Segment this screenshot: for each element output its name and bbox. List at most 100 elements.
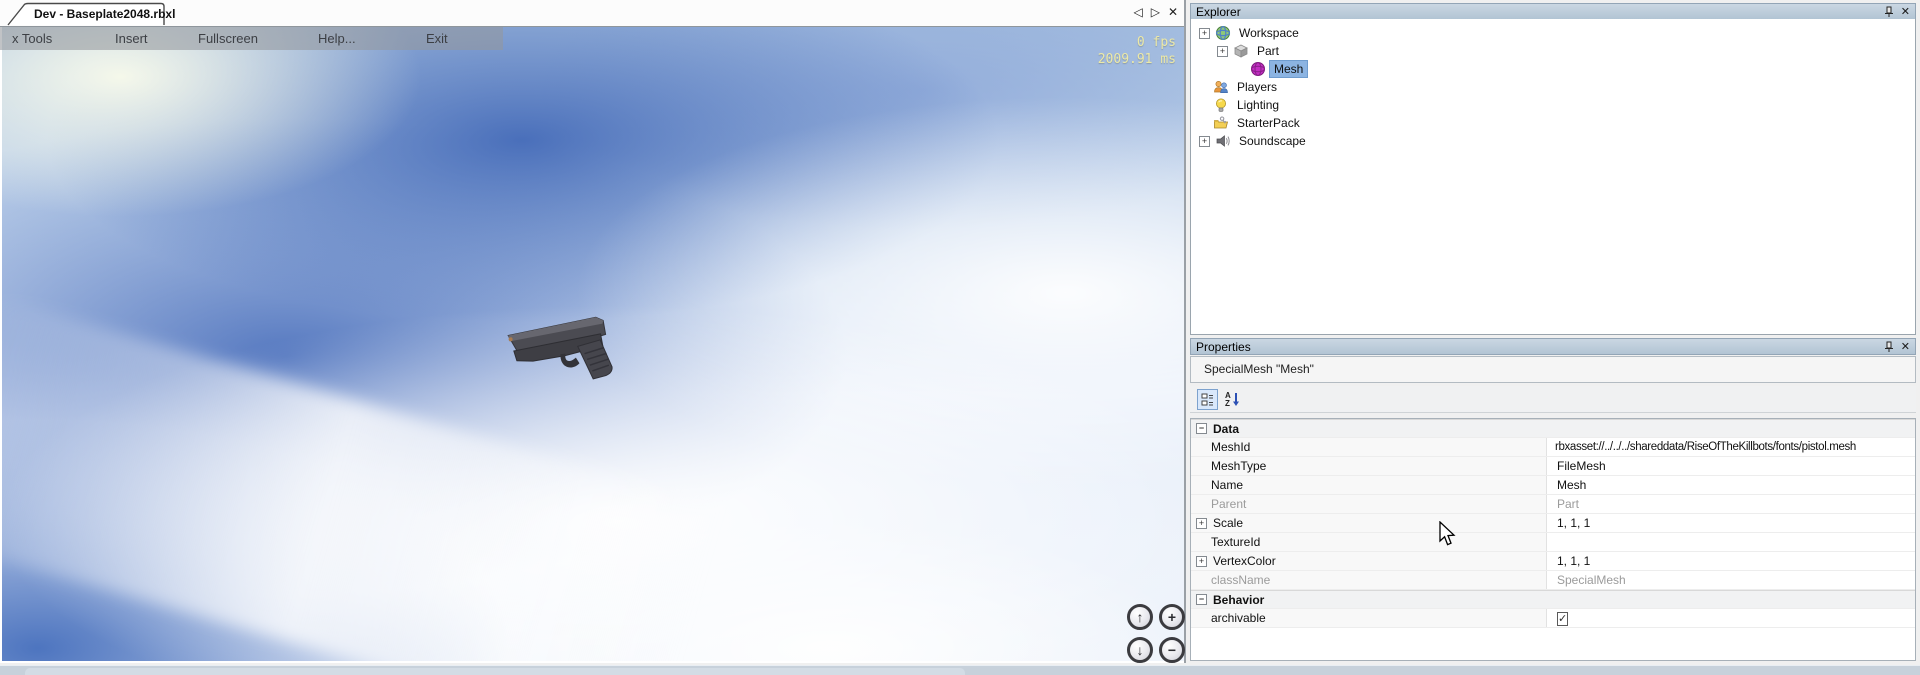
explorer-panel[interactable]: + Workspace + Part Mesh Players — [1190, 19, 1916, 335]
menu-item-insert[interactable]: Insert — [115, 31, 148, 46]
zoom-in-button[interactable]: + — [1159, 604, 1185, 630]
tree-label: StarterPack — [1233, 115, 1304, 131]
menu-bar: x Tools Insert Fullscreen Help... Exit — [0, 27, 503, 50]
property-row-scale[interactable]: + Scale 1, 1, 1 — [1191, 514, 1915, 533]
property-grid: − Data MeshId rbxasset://../../../shared… — [1190, 418, 1916, 661]
categorized-view-button[interactable] — [1197, 389, 1218, 410]
globe-icon — [1215, 25, 1231, 41]
zoom-out-button[interactable]: − — [1159, 637, 1185, 663]
property-value: Part — [1547, 497, 1915, 511]
fps-value: 0 fps — [1098, 34, 1176, 51]
collapse-icon[interactable]: − — [1196, 594, 1207, 605]
players-icon — [1213, 79, 1229, 95]
roblox-studio-window: x Tools Insert Fullscreen Help... Exit 0… — [0, 0, 1920, 675]
property-row-name[interactable]: Name Mesh — [1191, 476, 1915, 495]
tilt-up-button[interactable]: ↑ — [1127, 604, 1153, 630]
frame-time-value: 2009.91 ms — [1098, 51, 1176, 68]
tab-close-icon[interactable]: ✕ — [1168, 4, 1178, 20]
property-value[interactable]: Mesh — [1547, 478, 1915, 492]
property-name: Name — [1211, 478, 1243, 492]
menu-item-fullscreen[interactable]: Fullscreen — [198, 31, 258, 46]
tilt-down-button[interactable]: ↓ — [1127, 637, 1153, 663]
expander-spacer — [1199, 101, 1208, 110]
property-value[interactable]: rbxasset://../../../shareddata/RiseOfThe… — [1547, 441, 1915, 453]
expand-icon[interactable]: + — [1217, 46, 1228, 57]
property-row-parent: Parent Part — [1191, 495, 1915, 514]
categorized-icon — [1201, 393, 1214, 406]
property-value[interactable]: 1, 1, 1 — [1547, 516, 1915, 530]
property-name: MeshId — [1211, 440, 1250, 454]
tree-label: Part — [1253, 43, 1283, 59]
property-name: MeshType — [1211, 459, 1266, 473]
selected-object-header[interactable]: SpecialMesh "Mesh" — [1190, 356, 1916, 383]
expander-spacer — [1199, 83, 1208, 92]
property-row-vertexcolor[interactable]: +VertexColor 1, 1, 1 — [1191, 552, 1915, 571]
expander-spacer — [1199, 119, 1208, 128]
pistol-mesh[interactable] — [502, 312, 622, 388]
tab-strip: Dev - Baseplate2048.rbxl ◁ ▷ ✕ — [0, 0, 1184, 27]
expand-icon[interactable]: + — [1196, 518, 1207, 529]
arrow-down-icon: ↓ — [1137, 642, 1144, 658]
property-row-textureid[interactable]: TextureId — [1191, 533, 1915, 552]
starterpack-icon — [1213, 115, 1229, 131]
collapse-icon[interactable]: − — [1196, 423, 1207, 434]
tree-label: Lighting — [1233, 97, 1283, 113]
tree-item-lighting[interactable]: Lighting — [1191, 96, 1915, 114]
property-row-meshid[interactable]: MeshId rbxasset://../../../shareddata/Ri… — [1191, 438, 1915, 457]
section-row-behavior[interactable]: − Behavior — [1191, 590, 1915, 609]
tree-item-part[interactable]: + Part — [1191, 42, 1915, 60]
svg-text:Z: Z — [1225, 399, 1230, 408]
taskbar-inner — [25, 668, 965, 675]
tree-item-starterpack[interactable]: StarterPack — [1191, 114, 1915, 132]
tree-item-players[interactable]: Players — [1191, 78, 1915, 96]
arrow-up-icon: ↑ — [1137, 609, 1144, 625]
az-sort-icon: AZ — [1225, 391, 1243, 408]
taskbar-strip — [0, 665, 1920, 675]
property-value[interactable]: 1, 1, 1 — [1547, 554, 1915, 568]
mouse-cursor — [1438, 521, 1457, 548]
document-tab[interactable]: Dev - Baseplate2048.rbxl — [6, 2, 166, 26]
mesh-icon — [1250, 61, 1266, 77]
plus-icon: + — [1168, 609, 1176, 625]
explorer-title: Explorer — [1196, 5, 1884, 19]
property-value: SpecialMesh — [1547, 573, 1915, 587]
property-name: className — [1211, 573, 1270, 587]
property-value[interactable]: FileMesh — [1547, 459, 1915, 473]
tree-label: Soundscape — [1235, 133, 1310, 149]
expand-icon[interactable]: + — [1196, 556, 1207, 567]
viewport-pane: x Tools Insert Fullscreen Help... Exit 0… — [0, 0, 1186, 663]
section-name: Behavior — [1213, 593, 1264, 607]
property-name: Parent — [1211, 497, 1246, 511]
section-row-data[interactable]: − Data — [1191, 419, 1915, 438]
menu-item-exit[interactable]: Exit — [426, 31, 448, 46]
3d-viewport[interactable] — [2, 26, 1184, 661]
properties-toolbar: AZ — [1190, 386, 1916, 413]
alphabetical-sort-button[interactable]: AZ — [1225, 390, 1243, 409]
pin-icon[interactable] — [1884, 6, 1894, 18]
lighting-icon — [1213, 97, 1229, 113]
minus-icon: − — [1168, 642, 1176, 658]
archivable-checkbox[interactable]: ✓ — [1557, 612, 1568, 626]
section-name: Data — [1213, 422, 1239, 436]
tab-title: Dev - Baseplate2048.rbxl — [34, 7, 175, 21]
explorer-close-icon[interactable]: ✕ — [1901, 5, 1910, 18]
tab-next-icon[interactable]: ▷ — [1151, 4, 1160, 20]
tree-item-soundscape[interactable]: + Soundscape — [1191, 132, 1915, 150]
property-name: archivable — [1211, 611, 1266, 625]
tree-item-workspace[interactable]: + Workspace — [1191, 24, 1915, 42]
explorer-header[interactable]: Explorer ✕ — [1190, 3, 1916, 20]
tab-prev-icon[interactable]: ◁ — [1133, 4, 1142, 20]
menu-item-tools[interactable]: x Tools — [12, 31, 52, 46]
expand-icon[interactable]: + — [1199, 28, 1210, 39]
menu-item-help[interactable]: Help... — [318, 31, 356, 46]
property-name: Scale — [1213, 516, 1243, 530]
right-dock: Explorer ✕ + Workspace + Part — [1188, 0, 1920, 665]
property-row-archivable[interactable]: archivable ✓ — [1191, 609, 1915, 628]
soundscape-icon — [1215, 133, 1231, 149]
expand-icon[interactable]: + — [1199, 136, 1210, 147]
tree-item-mesh[interactable]: Mesh — [1191, 60, 1915, 78]
properties-panel: SpecialMesh "Mesh" AZ − Data MeshId rbxa… — [1188, 336, 1920, 665]
part-icon — [1233, 43, 1249, 59]
property-row-meshtype[interactable]: MeshType FileMesh — [1191, 457, 1915, 476]
explorer-tree: + Workspace + Part Mesh Players — [1191, 19, 1915, 150]
